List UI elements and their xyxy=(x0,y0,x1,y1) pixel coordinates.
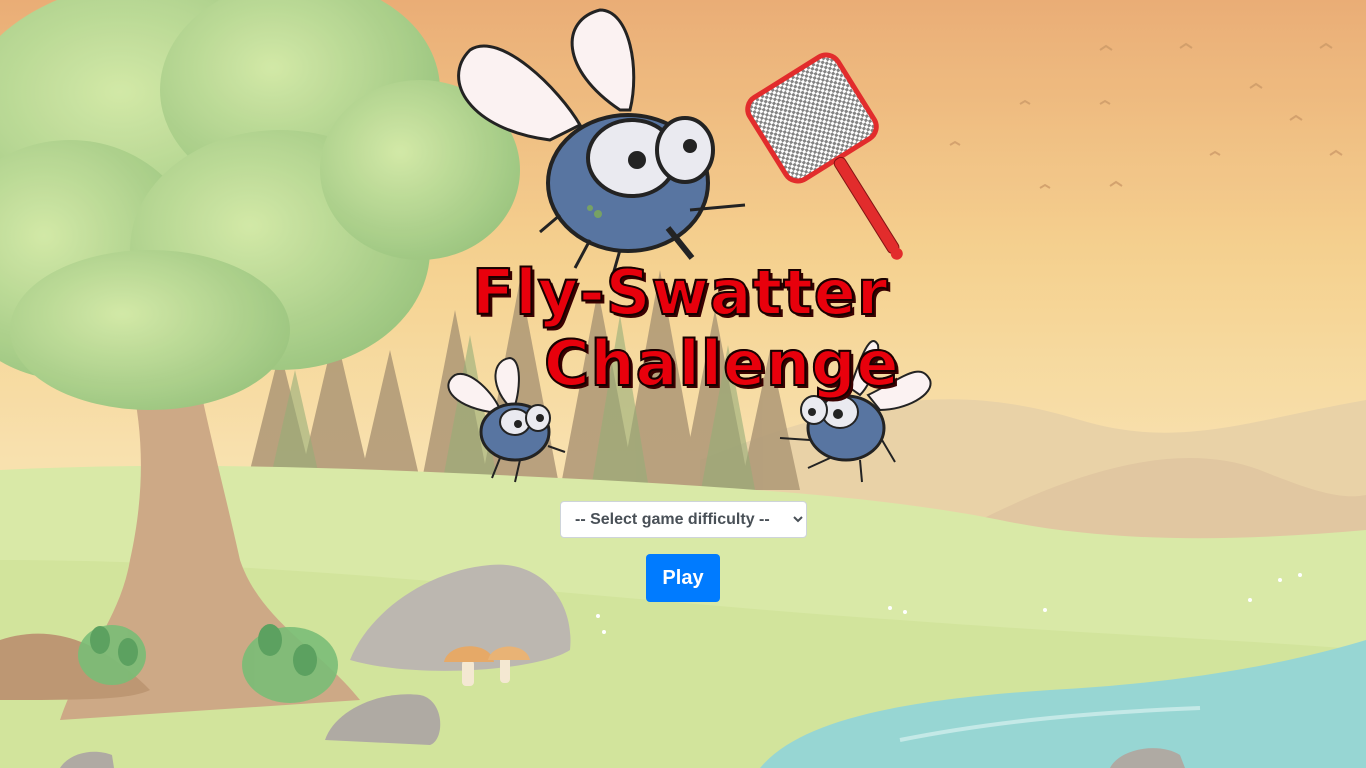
play-button[interactable]: Play xyxy=(646,554,720,602)
game-title-line-1: Fly-Swatter xyxy=(471,256,889,329)
difficulty-select[interactable]: -- Select game difficulty -- xyxy=(560,501,807,538)
game-title-line-2: Challenge xyxy=(543,327,900,400)
